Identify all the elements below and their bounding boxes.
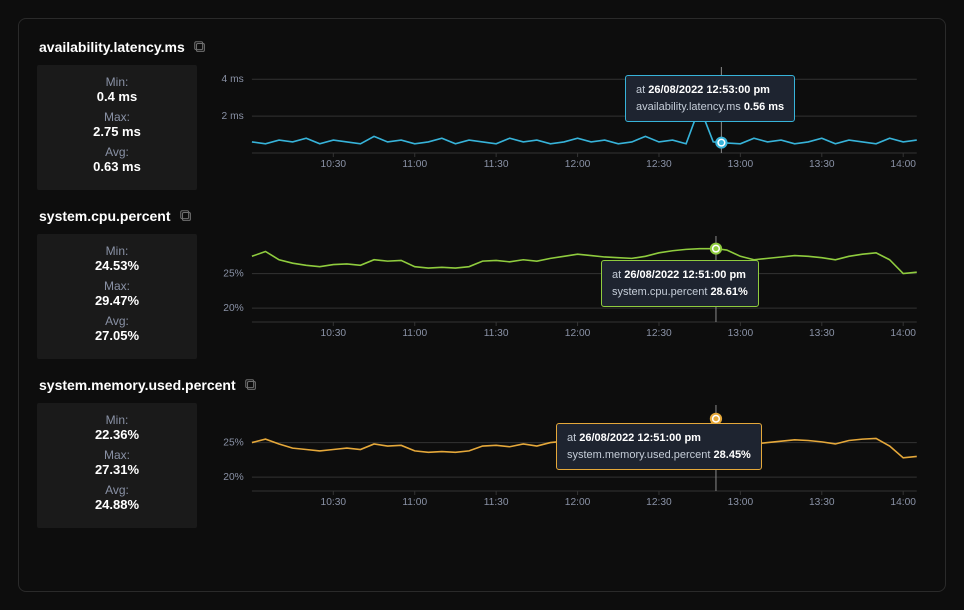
svg-text:10:30: 10:30 (321, 497, 347, 508)
stat-avg-label: Avg: (47, 145, 187, 159)
stat-max-label: Max: (47, 110, 187, 124)
svg-text:12:30: 12:30 (646, 328, 672, 339)
svg-text:4 ms: 4 ms (222, 74, 244, 85)
svg-text:14:00: 14:00 (890, 497, 916, 508)
svg-text:11:30: 11:30 (484, 159, 509, 170)
svg-text:12:30: 12:30 (646, 497, 672, 508)
svg-text:13:30: 13:30 (809, 328, 835, 339)
stat-min-label: Min: (47, 244, 187, 258)
stat-avg-label: Avg: (47, 483, 187, 497)
svg-text:12:30: 12:30 (646, 159, 672, 170)
svg-text:25%: 25% (223, 438, 243, 449)
svg-text:11:00: 11:00 (402, 159, 427, 170)
copy-icon[interactable] (244, 378, 258, 392)
panel-latency: availability.latency.ms Min: 0.4 ms Max:… (37, 39, 927, 190)
chart-svg: 2 ms 4 ms 10:30 11:00 11:30 12:00 12:30 13:00 13… (211, 65, 927, 175)
panel-title: availability.latency.ms (39, 39, 185, 55)
svg-text:10:30: 10:30 (321, 159, 347, 170)
chart-area[interactable]: 2 ms 4 ms 10:30 11:00 11:30 12:00 12:30 13:00 13… (211, 65, 927, 190)
stat-max-value: 2.75 ms (47, 124, 187, 139)
stat-avg-value: 27.05% (47, 328, 187, 343)
svg-text:25%: 25% (223, 269, 243, 280)
svg-text:2 ms: 2 ms (222, 111, 244, 122)
svg-text:14:00: 14:00 (890, 159, 916, 170)
chart-svg: 20% 25% 10:30 11:00 11:30 12:00 12:30 13:00 13:3… (211, 403, 927, 513)
stat-min-label: Min: (47, 413, 187, 427)
stat-min-value: 22.36% (47, 427, 187, 442)
panel-title: system.cpu.percent (39, 208, 171, 224)
svg-text:11:00: 11:00 (402, 497, 427, 508)
panel-memory: system.memory.used.percent Min: 22.36% M… (37, 377, 927, 528)
svg-text:12:00: 12:00 (565, 159, 591, 170)
chart-area[interactable]: 20% 25% 10:30 11:00 11:30 12:00 12:30 13:00 13:3… (211, 403, 927, 528)
svg-text:12:00: 12:00 (565, 497, 591, 508)
svg-text:20%: 20% (223, 472, 243, 483)
svg-text:11:00: 11:00 (402, 328, 427, 339)
svg-text:13:00: 13:00 (728, 497, 754, 508)
svg-text:13:30: 13:30 (809, 159, 835, 170)
svg-text:11:30: 11:30 (484, 497, 509, 508)
copy-icon[interactable] (179, 209, 193, 223)
svg-text:11:30: 11:30 (484, 328, 509, 339)
svg-text:12:00: 12:00 (565, 328, 591, 339)
stat-avg-value: 0.63 ms (47, 159, 187, 174)
svg-text:13:30: 13:30 (809, 497, 835, 508)
svg-text:10:30: 10:30 (321, 328, 347, 339)
stat-max-value: 29.47% (47, 293, 187, 308)
panel-cpu: system.cpu.percent Min: 24.53% Max: 29.4… (37, 208, 927, 359)
panel-header: system.memory.used.percent (37, 377, 927, 393)
dashboard-container: availability.latency.ms Min: 0.4 ms Max:… (18, 18, 946, 592)
stat-min-value: 0.4 ms (47, 89, 187, 104)
svg-text:13:00: 13:00 (728, 328, 754, 339)
stat-min-value: 24.53% (47, 258, 187, 273)
panel-header: availability.latency.ms (37, 39, 927, 55)
svg-text:13:00: 13:00 (728, 159, 754, 170)
stat-max-label: Max: (47, 279, 187, 293)
stat-avg-label: Avg: (47, 314, 187, 328)
stats-box: Min: 22.36% Max: 27.31% Avg: 24.88% (37, 403, 197, 528)
panel-title: system.memory.used.percent (39, 377, 236, 393)
panel-header: system.cpu.percent (37, 208, 927, 224)
stat-max-value: 27.31% (47, 462, 187, 477)
stats-box: Min: 0.4 ms Max: 2.75 ms Avg: 0.63 ms (37, 65, 197, 190)
chart-area[interactable]: 20% 25% 10:30 11:00 11:30 12:00 12:30 13:00 13:3… (211, 234, 927, 359)
stat-max-label: Max: (47, 448, 187, 462)
stat-avg-value: 24.88% (47, 497, 187, 512)
copy-icon[interactable] (193, 40, 207, 54)
chart-svg: 20% 25% 10:30 11:00 11:30 12:00 12:30 13:00 13:3… (211, 234, 927, 344)
stat-min-label: Min: (47, 75, 187, 89)
svg-text:20%: 20% (223, 303, 243, 314)
svg-text:14:00: 14:00 (890, 328, 916, 339)
stats-box: Min: 24.53% Max: 29.47% Avg: 27.05% (37, 234, 197, 359)
